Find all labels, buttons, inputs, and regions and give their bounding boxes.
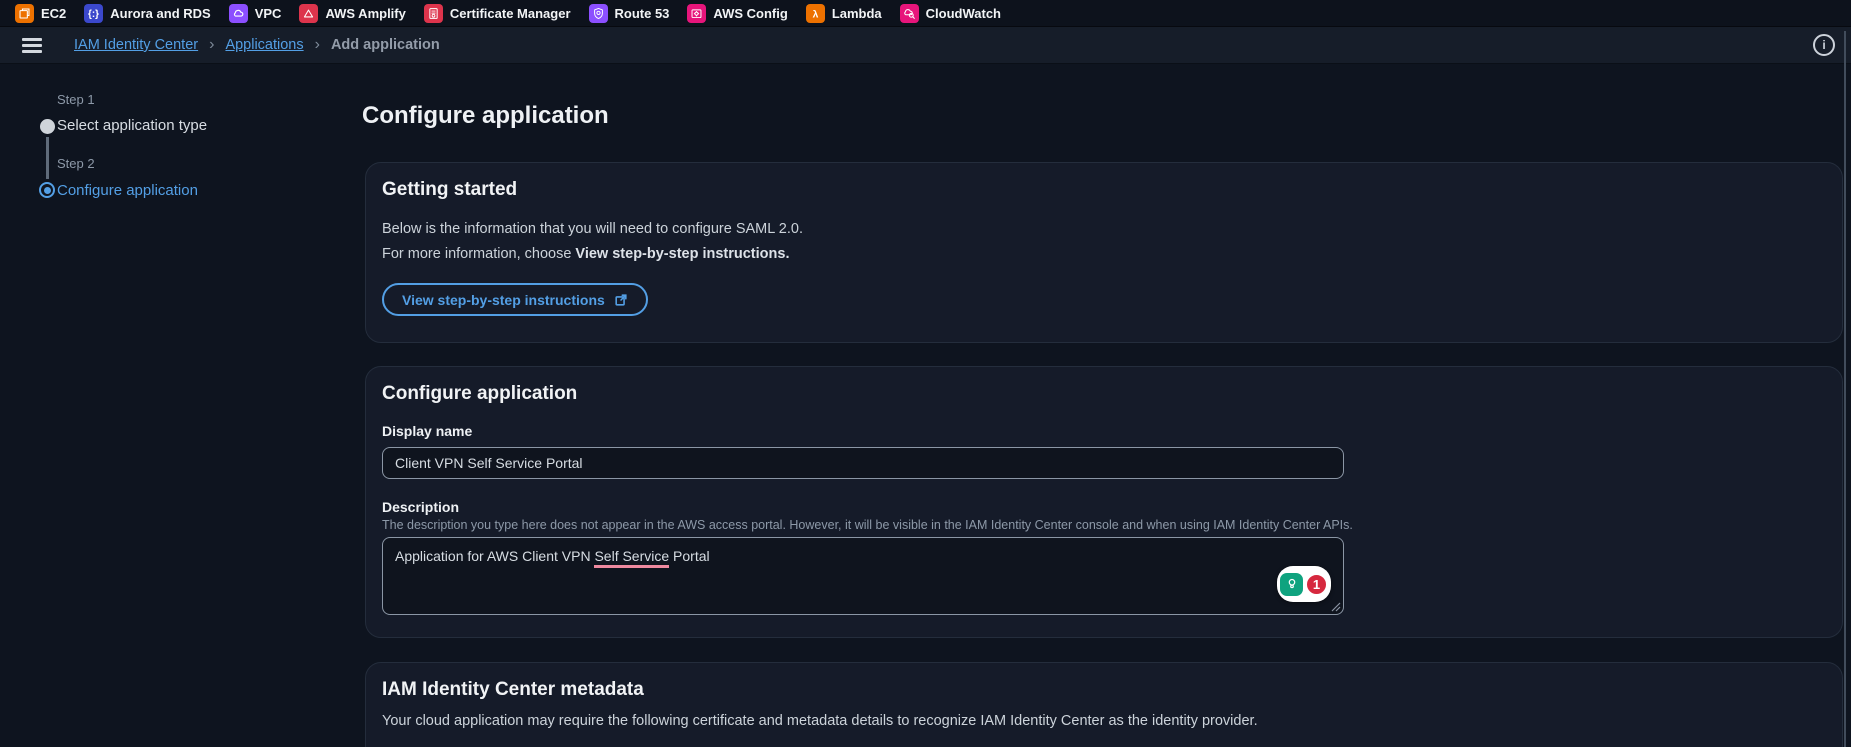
config-icon (687, 3, 707, 23)
favorite-label: AWS Amplify (325, 5, 406, 21)
chevron-right-icon: › (209, 36, 215, 53)
chevron-right-icon: › (314, 36, 320, 53)
favorite-vpc[interactable]: VPC (220, 0, 291, 26)
view-instructions-button[interactable]: View step-by-step instructions (382, 283, 648, 316)
panel-divider (1844, 31, 1846, 747)
getting-started-card: Getting started Below is the information… (365, 162, 1843, 343)
step-connector-line (46, 137, 49, 179)
description-textarea[interactable]: Application for AWS Client VPN Self Serv… (382, 537, 1344, 615)
favorite-label: Lambda (831, 5, 882, 21)
favorite-ec2[interactable]: EC2 (6, 0, 75, 26)
favorite-label: CloudWatch (925, 5, 1001, 21)
favorites-bar: EC2 {:} Aurora and RDS VPC AWS Amplify C… (0, 0, 1851, 27)
breadcrumb-iam-identity-center[interactable]: IAM Identity Center (74, 37, 198, 53)
suggestion-count-badge: 1 (1305, 572, 1328, 596)
breadcrumb-current: Add application (330, 37, 440, 53)
favorite-aurora-rds[interactable]: {:} Aurora and RDS (75, 0, 219, 26)
display-name-input[interactable] (382, 447, 1344, 479)
metadata-card: IAM Identity Center metadata Your cloud … (365, 662, 1843, 747)
breadcrumb-applications[interactable]: Applications (225, 37, 303, 53)
favorite-label: Route 53 (614, 5, 670, 21)
step1-label: Step 1 (57, 92, 95, 107)
favorite-certificate-manager[interactable]: Certificate Manager (415, 0, 580, 26)
cloudwatch-icon (899, 3, 919, 23)
rds-icon: {:} (84, 3, 104, 23)
favorite-amplify[interactable]: AWS Amplify (290, 0, 414, 26)
resize-handle-icon[interactable] (1330, 601, 1341, 612)
svg-text:{:}: {:} (88, 8, 99, 19)
description-label: Description (382, 499, 460, 515)
ec2-icon (15, 3, 34, 23)
configure-application-card: Configure application Display name Descr… (365, 366, 1843, 638)
breadcrumb-bar: IAM Identity Center › Applications › Add… (0, 27, 1851, 64)
getting-started-title: Getting started (382, 179, 518, 200)
breadcrumb: IAM Identity Center › Applications › Add… (74, 36, 440, 54)
getting-started-line2: For more information, choose (382, 246, 576, 262)
vpc-icon (228, 3, 248, 23)
suggestion-bulb-icon (1280, 572, 1303, 596)
metadata-description: Your cloud application may require the f… (382, 713, 1258, 729)
info-icon[interactable]: i (1813, 34, 1835, 56)
description-text: Portal (669, 548, 710, 564)
favorite-label: AWS Config (713, 5, 788, 21)
console-window: EC2 {:} Aurora and RDS VPC AWS Amplify C… (0, 0, 1851, 747)
certificate-manager-icon (423, 3, 443, 23)
route53-icon (588, 3, 608, 23)
description-text: Application for AWS Client VPN (395, 548, 595, 564)
step2-dot-icon (39, 182, 55, 198)
description-helper-text: The description you type here does not a… (382, 518, 1353, 532)
hamburger-menu-icon[interactable] (22, 37, 42, 53)
favorite-label: Aurora and RDS (110, 5, 211, 21)
amplify-icon (299, 3, 319, 23)
description-text-misspelled: Self Service (594, 548, 670, 568)
favorite-config[interactable]: AWS Config (678, 0, 796, 26)
page-title: Configure application (362, 102, 609, 129)
step2-label: Step 2 (57, 156, 95, 171)
display-name-label: Display name (382, 423, 473, 439)
svg-text:λ: λ (812, 9, 818, 20)
favorite-cloudwatch[interactable]: CloudWatch (891, 0, 1010, 26)
getting-started-text: Below is the information that you will n… (382, 217, 1826, 267)
getting-started-line1: Below is the information that you will n… (382, 221, 803, 237)
metadata-title: IAM Identity Center metadata (382, 679, 644, 700)
step1-dot-icon (40, 119, 55, 134)
lambda-icon: λ (805, 3, 825, 23)
favorite-label: VPC (254, 5, 282, 21)
favorite-lambda[interactable]: λ Lambda (797, 0, 891, 26)
grammarly-widget[interactable]: 1 (1277, 566, 1331, 602)
getting-started-line2-bold: View step-by-step instructions. (575, 246, 790, 262)
favorite-label: Certificate Manager (449, 5, 571, 21)
step1-link[interactable]: Select application type (57, 117, 207, 134)
step2-link[interactable]: Configure application (57, 182, 198, 199)
favorite-label: EC2 (41, 5, 67, 21)
favorite-route53[interactable]: Route 53 (580, 0, 679, 26)
configure-card-title: Configure application (382, 383, 578, 404)
external-link-icon (615, 293, 627, 306)
view-instructions-label: View step-by-step instructions (402, 291, 605, 308)
